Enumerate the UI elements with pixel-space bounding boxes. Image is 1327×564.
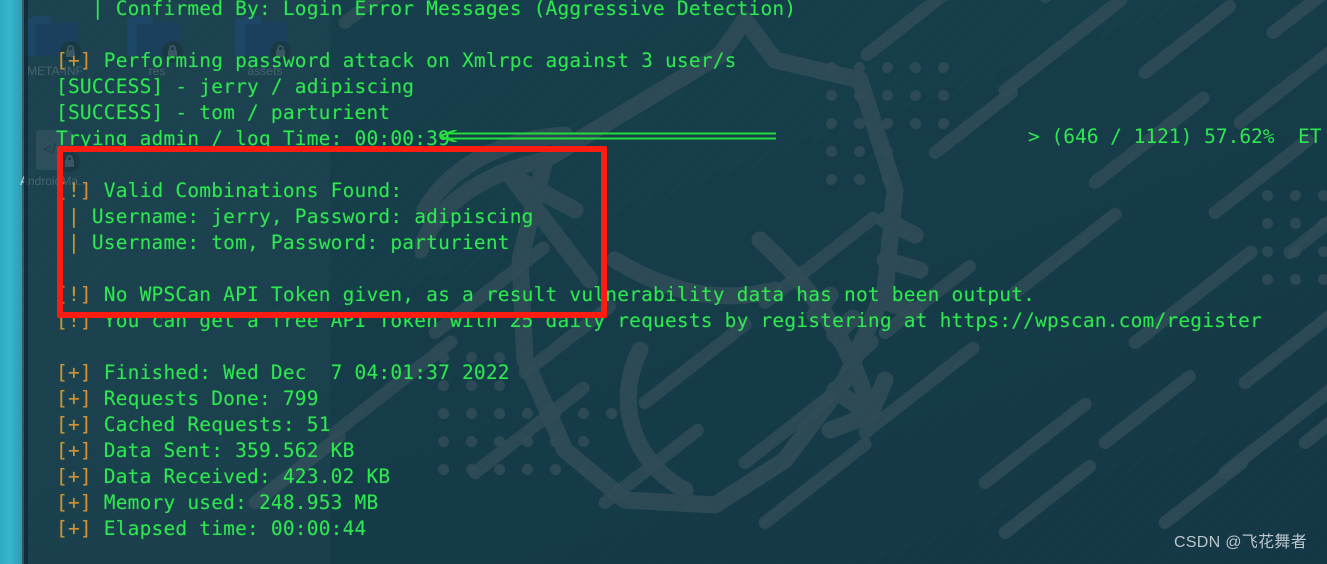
- terminal-line-text: Requests Done: 799: [91, 387, 319, 410]
- terminal-line-tag: [!]: [56, 309, 92, 332]
- terminal-line-text: Trying admin / log Time: 00:00:39: [56, 127, 451, 150]
- terminal-line-text: Performing password attack on Xmlrpc aga…: [91, 49, 737, 72]
- terminal-line-text: Elapsed time: 00:00:44: [91, 517, 367, 540]
- terminal-line-text: No WPSCan API Token given, as a result v…: [91, 283, 1036, 306]
- scan-progress-text: > (646 / 1121) 57.62% ET: [1028, 125, 1322, 148]
- terminal-line: [+] Elapsed time: 00:00:44: [56, 516, 1327, 542]
- terminal-line-text: [SUCCESS] - jerry / adipiscing: [56, 75, 415, 98]
- terminal-line-text: Cached Requests: 51: [91, 413, 331, 436]
- terminal-line-text: Valid Combinations Found:: [91, 179, 403, 202]
- file-manager-sidebar-strip: [0, 0, 22, 564]
- terminal-line: [!] No WPSCan API Token given, as a resu…: [56, 282, 1327, 308]
- terminal-line-text: Username: tom, Password: parturient: [91, 231, 510, 254]
- terminal-line-tag: [+]: [56, 439, 92, 462]
- terminal-line: [+] Finished: Wed Dec 7 04:01:37 2022: [56, 360, 1327, 386]
- terminal-line-tag: [+]: [56, 387, 92, 410]
- terminal-line-tag: [+]: [56, 517, 92, 540]
- terminal-line-tag: [+]: [56, 49, 92, 72]
- terminal-line: [+] Cached Requests: 51: [56, 412, 1327, 438]
- terminal-line-pipe: |: [56, 231, 92, 254]
- csdn-watermark: CSDN @飞花舞者: [1173, 534, 1307, 551]
- terminal-line: [SUCCESS] - tom / parturient: [56, 100, 1327, 126]
- terminal-line-text: Finished: Wed Dec 7 04:01:37 2022: [91, 361, 510, 384]
- terminal-line-text: | Confirmed By: Login Error Messages (Ag…: [56, 0, 797, 20]
- terminal-line: [!] You can get a free API Token with 25…: [56, 308, 1327, 334]
- terminal-line: [!] Valid Combinations Found:: [56, 178, 1327, 204]
- terminal-line-tag: [!]: [56, 283, 92, 306]
- terminal-line: [+] Memory used: 248.953 MB: [56, 490, 1327, 516]
- terminal-line: [+] Data Sent: 359.562 KB: [56, 438, 1327, 464]
- terminal-line-text: Username: jerry, Password: adipiscing: [91, 205, 534, 228]
- terminal-line-tag: [+]: [56, 413, 92, 436]
- terminal-line-tag: [!]: [56, 179, 92, 202]
- terminal-line-text: Data Received: 423.02 KB: [91, 465, 391, 488]
- terminal-line-tag: [+]: [56, 361, 92, 384]
- terminal-line-tag: [+]: [56, 465, 92, 488]
- terminal-line-text: Memory used: 248.953 MB: [91, 491, 379, 514]
- terminal-line: | Username: tom, Password: parturient: [56, 230, 1327, 256]
- terminal-line: [+] Requests Done: 799: [56, 386, 1327, 412]
- terminal-line-pipe: |: [56, 205, 92, 228]
- terminal-line: | Confirmed By: Login Error Messages (Ag…: [56, 0, 1327, 22]
- terminal-output: | Confirmed By: Login Error Messages (Ag…: [56, 0, 1327, 542]
- screenshot-root: META-INF res assets </> AndroidMa...: [0, 0, 1327, 564]
- terminal-line: | Username: jerry, Password: adipiscing: [56, 204, 1327, 230]
- terminal-line: [+] Performing password attack on Xmlrpc…: [56, 48, 1327, 74]
- terminal-line-text: You can get a free API Token with 25 dai…: [91, 309, 1262, 332]
- terminal-line-text: Data Sent: 359.562 KB: [91, 439, 355, 462]
- terminal-line-tag: [+]: [56, 491, 92, 514]
- terminal-window[interactable]: | Confirmed By: Login Error Messages (Ag…: [24, 0, 1327, 564]
- terminal-line: [SUCCESS] - jerry / adipiscing: [56, 74, 1327, 100]
- terminal-line: [+] Data Received: 423.02 KB: [56, 464, 1327, 490]
- terminal-line-text: [SUCCESS] - tom / parturient: [56, 101, 391, 124]
